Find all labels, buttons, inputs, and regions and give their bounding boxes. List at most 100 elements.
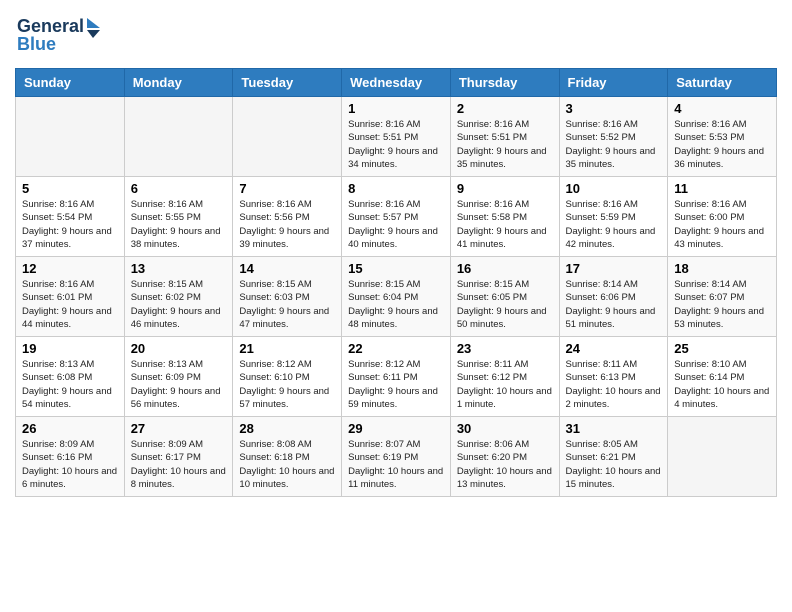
day-info: Sunrise: 8:15 AM Sunset: 6:02 PM Dayligh… bbox=[131, 278, 227, 331]
calendar-cell: 10 Sunrise: 8:16 AM Sunset: 5:59 PM Dayli… bbox=[559, 177, 668, 257]
day-info: Sunrise: 8:10 AM Sunset: 6:14 PM Dayligh… bbox=[674, 358, 770, 411]
day-number: 16 bbox=[457, 261, 553, 276]
day-number: 17 bbox=[566, 261, 662, 276]
day-info: Sunrise: 8:16 AM Sunset: 5:58 PM Dayligh… bbox=[457, 198, 553, 251]
calendar-cell: 2 Sunrise: 8:16 AM Sunset: 5:51 PM Daylig… bbox=[450, 97, 559, 177]
calendar-cell: 13 Sunrise: 8:15 AM Sunset: 6:02 PM Dayli… bbox=[124, 257, 233, 337]
day-info: Sunrise: 8:09 AM Sunset: 6:17 PM Dayligh… bbox=[131, 438, 227, 491]
calendar-week-3: 12 Sunrise: 8:16 AM Sunset: 6:01 PM Dayli… bbox=[16, 257, 777, 337]
day-info: Sunrise: 8:13 AM Sunset: 6:08 PM Dayligh… bbox=[22, 358, 118, 411]
day-info: Sunrise: 8:15 AM Sunset: 6:04 PM Dayligh… bbox=[348, 278, 444, 331]
calendar-cell: 11Sunrise: 8:16 AM Sunset: 6:00 PM Dayli… bbox=[668, 177, 777, 257]
day-info: Sunrise: 8:14 AM Sunset: 6:06 PM Dayligh… bbox=[566, 278, 662, 331]
day-info: Sunrise: 8:16 AM Sunset: 5:57 PM Dayligh… bbox=[348, 198, 444, 251]
day-info: Sunrise: 8:12 AM Sunset: 6:10 PM Dayligh… bbox=[239, 358, 335, 411]
calendar-cell: 7 Sunrise: 8:16 AM Sunset: 5:56 PM Daylig… bbox=[233, 177, 342, 257]
calendar-week-4: 19 Sunrise: 8:13 AM Sunset: 6:08 PM Dayli… bbox=[16, 337, 777, 417]
day-info: Sunrise: 8:11 AM Sunset: 6:13 PM Dayligh… bbox=[566, 358, 662, 411]
day-number: 19 bbox=[22, 341, 118, 356]
day-info: Sunrise: 8:08 AM Sunset: 6:18 PM Dayligh… bbox=[239, 438, 335, 491]
calendar-cell: 12 Sunrise: 8:16 AM Sunset: 6:01 PM Dayli… bbox=[16, 257, 125, 337]
page-container: General Blue SundayMondayTuesdayWednesda… bbox=[0, 0, 792, 507]
day-number: 30 bbox=[457, 421, 553, 436]
calendar-cell: 26 Sunrise: 8:09 AM Sunset: 6:16 PM Dayli… bbox=[16, 417, 125, 497]
day-number: 7 bbox=[239, 181, 335, 196]
calendar-cell: 28Sunrise: 8:08 AM Sunset: 6:18 PM Dayli… bbox=[233, 417, 342, 497]
weekday-header-thursday: Thursday bbox=[450, 69, 559, 97]
calendar-cell: 19 Sunrise: 8:13 AM Sunset: 6:08 PM Dayli… bbox=[16, 337, 125, 417]
day-number: 18 bbox=[674, 261, 770, 276]
day-info: Sunrise: 8:16 AM Sunset: 5:52 PM Dayligh… bbox=[566, 118, 662, 171]
calendar-cell: 9Sunrise: 8:16 AM Sunset: 5:58 PM Daylig… bbox=[450, 177, 559, 257]
calendar-cell: 6Sunrise: 8:16 AM Sunset: 5:55 PM Daylig… bbox=[124, 177, 233, 257]
calendar-cell: 20 Sunrise: 8:13 AM Sunset: 6:09 PM Dayli… bbox=[124, 337, 233, 417]
calendar-week-5: 26 Sunrise: 8:09 AM Sunset: 6:16 PM Dayli… bbox=[16, 417, 777, 497]
day-number: 1 bbox=[348, 101, 444, 116]
day-number: 29 bbox=[348, 421, 444, 436]
day-number: 3 bbox=[566, 101, 662, 116]
day-number: 14 bbox=[239, 261, 335, 276]
calendar-cell: 16Sunrise: 8:15 AM Sunset: 6:05 PM Dayli… bbox=[450, 257, 559, 337]
day-info: Sunrise: 8:16 AM Sunset: 5:51 PM Dayligh… bbox=[348, 118, 444, 171]
day-number: 13 bbox=[131, 261, 227, 276]
day-number: 21 bbox=[239, 341, 335, 356]
calendar-cell bbox=[124, 97, 233, 177]
calendar-cell bbox=[668, 417, 777, 497]
day-number: 27 bbox=[131, 421, 227, 436]
calendar-table: SundayMondayTuesdayWednesdayThursdayFrid… bbox=[15, 68, 777, 497]
day-info: Sunrise: 8:13 AM Sunset: 6:09 PM Dayligh… bbox=[131, 358, 227, 411]
header: General Blue bbox=[15, 10, 777, 60]
day-info: Sunrise: 8:16 AM Sunset: 5:53 PM Dayligh… bbox=[674, 118, 770, 171]
day-info: Sunrise: 8:16 AM Sunset: 5:51 PM Dayligh… bbox=[457, 118, 553, 171]
day-number: 25 bbox=[674, 341, 770, 356]
calendar-cell bbox=[233, 97, 342, 177]
day-info: Sunrise: 8:16 AM Sunset: 5:56 PM Dayligh… bbox=[239, 198, 335, 251]
day-number: 23 bbox=[457, 341, 553, 356]
day-number: 22 bbox=[348, 341, 444, 356]
day-number: 4 bbox=[674, 101, 770, 116]
day-info: Sunrise: 8:09 AM Sunset: 6:16 PM Dayligh… bbox=[22, 438, 118, 491]
day-info: Sunrise: 8:16 AM Sunset: 5:55 PM Dayligh… bbox=[131, 198, 227, 251]
svg-text:Blue: Blue bbox=[17, 34, 56, 54]
day-info: Sunrise: 8:14 AM Sunset: 6:07 PM Dayligh… bbox=[674, 278, 770, 331]
day-info: Sunrise: 8:16 AM Sunset: 5:59 PM Dayligh… bbox=[566, 198, 662, 251]
calendar-cell: 18 Sunrise: 8:14 AM Sunset: 6:07 PM Dayli… bbox=[668, 257, 777, 337]
weekday-header-wednesday: Wednesday bbox=[342, 69, 451, 97]
day-info: Sunrise: 8:16 AM Sunset: 6:01 PM Dayligh… bbox=[22, 278, 118, 331]
day-info: Sunrise: 8:05 AM Sunset: 6:21 PM Dayligh… bbox=[566, 438, 662, 491]
calendar-cell: 15 Sunrise: 8:15 AM Sunset: 6:04 PM Dayli… bbox=[342, 257, 451, 337]
calendar-week-1: 1 Sunrise: 8:16 AM Sunset: 5:51 PM Daylig… bbox=[16, 97, 777, 177]
day-number: 20 bbox=[131, 341, 227, 356]
day-number: 12 bbox=[22, 261, 118, 276]
calendar-cell: 31 Sunrise: 8:05 AM Sunset: 6:21 PM Dayli… bbox=[559, 417, 668, 497]
day-number: 8 bbox=[348, 181, 444, 196]
calendar-cell: 24Sunrise: 8:11 AM Sunset: 6:13 PM Dayli… bbox=[559, 337, 668, 417]
day-number: 10 bbox=[566, 181, 662, 196]
day-number: 11 bbox=[674, 181, 770, 196]
day-info: Sunrise: 8:07 AM Sunset: 6:19 PM Dayligh… bbox=[348, 438, 444, 491]
calendar-cell: 3 Sunrise: 8:16 AM Sunset: 5:52 PM Daylig… bbox=[559, 97, 668, 177]
day-number: 26 bbox=[22, 421, 118, 436]
calendar-cell: 14 Sunrise: 8:15 AM Sunset: 6:03 PM Dayli… bbox=[233, 257, 342, 337]
calendar-cell: 29 Sunrise: 8:07 AM Sunset: 6:19 PM Dayli… bbox=[342, 417, 451, 497]
day-info: Sunrise: 8:06 AM Sunset: 6:20 PM Dayligh… bbox=[457, 438, 553, 491]
logo: General Blue bbox=[15, 10, 105, 60]
weekday-header-friday: Friday bbox=[559, 69, 668, 97]
calendar-cell: 5 Sunrise: 8:16 AM Sunset: 5:54 PM Daylig… bbox=[16, 177, 125, 257]
svg-text:General: General bbox=[17, 16, 84, 36]
day-number: 31 bbox=[566, 421, 662, 436]
day-number: 2 bbox=[457, 101, 553, 116]
day-info: Sunrise: 8:16 AM Sunset: 5:54 PM Dayligh… bbox=[22, 198, 118, 251]
calendar-cell: 22 Sunrise: 8:12 AM Sunset: 6:11 PM Dayli… bbox=[342, 337, 451, 417]
day-info: Sunrise: 8:12 AM Sunset: 6:11 PM Dayligh… bbox=[348, 358, 444, 411]
weekday-header-sunday: Sunday bbox=[16, 69, 125, 97]
weekday-header-tuesday: Tuesday bbox=[233, 69, 342, 97]
calendar-cell: 21 Sunrise: 8:12 AM Sunset: 6:10 PM Dayli… bbox=[233, 337, 342, 417]
day-number: 5 bbox=[22, 181, 118, 196]
day-info: Sunrise: 8:15 AM Sunset: 6:03 PM Dayligh… bbox=[239, 278, 335, 331]
calendar-cell bbox=[16, 97, 125, 177]
calendar-cell: 8 Sunrise: 8:16 AM Sunset: 5:57 PM Daylig… bbox=[342, 177, 451, 257]
day-number: 15 bbox=[348, 261, 444, 276]
day-info: Sunrise: 8:11 AM Sunset: 6:12 PM Dayligh… bbox=[457, 358, 553, 411]
calendar-cell: 1 Sunrise: 8:16 AM Sunset: 5:51 PM Daylig… bbox=[342, 97, 451, 177]
